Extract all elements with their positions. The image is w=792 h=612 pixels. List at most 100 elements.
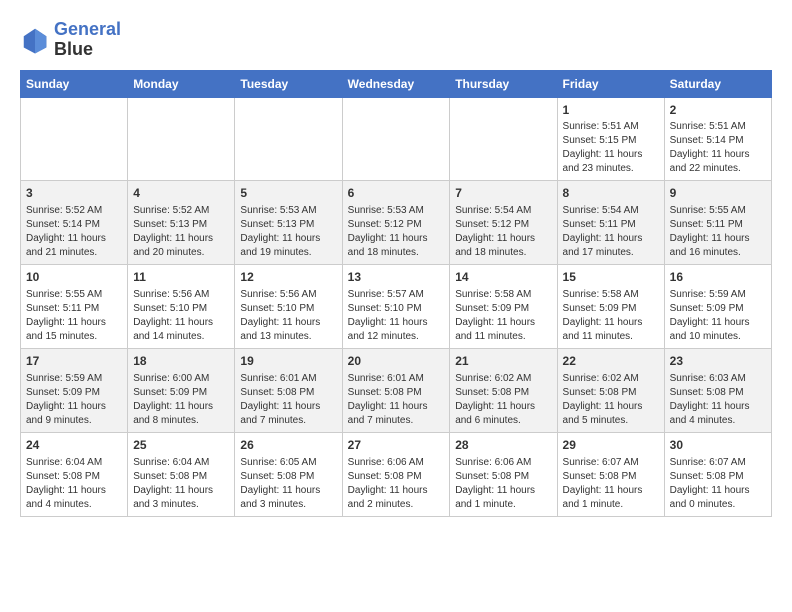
day-info: Sunrise: 6:02 AM Sunset: 5:08 PM Dayligh…: [455, 372, 551, 428]
calendar-cell: 12 Sunrise: 5:56 AM Sunset: 5:10 PM Dayli…: [235, 265, 342, 349]
day-number: 4: [133, 185, 229, 202]
day-number: 12: [240, 269, 336, 286]
calendar-cell: 3 Sunrise: 5:52 AM Sunset: 5:14 PM Daylig…: [21, 181, 128, 265]
day-info: Sunrise: 5:59 AM Sunset: 5:09 PM Dayligh…: [26, 372, 122, 428]
day-number: 27: [348, 437, 445, 454]
day-info: Sunrise: 5:55 AM Sunset: 5:11 PM Dayligh…: [26, 288, 122, 344]
calendar-cell: [128, 97, 235, 181]
day-info: Sunrise: 6:05 AM Sunset: 5:08 PM Dayligh…: [240, 456, 336, 512]
day-number: 13: [348, 269, 445, 286]
calendar-cell: 20 Sunrise: 6:01 AM Sunset: 5:08 PM Dayli…: [342, 348, 450, 432]
day-info: Sunrise: 5:51 AM Sunset: 5:15 PM Dayligh…: [563, 120, 659, 176]
day-number: 15: [563, 269, 659, 286]
week-row: 24 Sunrise: 6:04 AM Sunset: 5:08 PM Dayli…: [21, 432, 772, 516]
calendar-cell: 30 Sunrise: 6:07 AM Sunset: 5:08 PM Dayli…: [664, 432, 771, 516]
week-row: 3 Sunrise: 5:52 AM Sunset: 5:14 PM Daylig…: [21, 181, 772, 265]
day-info: Sunrise: 5:56 AM Sunset: 5:10 PM Dayligh…: [240, 288, 336, 344]
day-header-monday: Monday: [128, 70, 235, 97]
day-info: Sunrise: 6:04 AM Sunset: 5:08 PM Dayligh…: [133, 456, 229, 512]
day-info: Sunrise: 6:06 AM Sunset: 5:08 PM Dayligh…: [348, 456, 445, 512]
week-row: 17 Sunrise: 5:59 AM Sunset: 5:09 PM Dayli…: [21, 348, 772, 432]
calendar-cell: 21 Sunrise: 6:02 AM Sunset: 5:08 PM Dayli…: [450, 348, 557, 432]
calendar-cell: 16Sunrise: 5:59 AM Sunset: 5:09 PM Dayli…: [664, 265, 771, 349]
day-info: Sunrise: 6:00 AM Sunset: 5:09 PM Dayligh…: [133, 372, 229, 428]
day-info: Sunrise: 6:03 AM Sunset: 5:08 PM Dayligh…: [670, 372, 766, 428]
day-info: Sunrise: 5:53 AM Sunset: 5:13 PM Dayligh…: [240, 204, 336, 260]
day-header-friday: Friday: [557, 70, 664, 97]
day-header-tuesday: Tuesday: [235, 70, 342, 97]
day-number: 6: [348, 185, 445, 202]
calendar-cell: 6 Sunrise: 5:53 AM Sunset: 5:12 PM Daylig…: [342, 181, 450, 265]
calendar-cell: [342, 97, 450, 181]
day-header-thursday: Thursday: [450, 70, 557, 97]
week-row: 1Sunrise: 5:51 AM Sunset: 5:15 PM Daylig…: [21, 97, 772, 181]
calendar-cell: 11Sunrise: 5:56 AM Sunset: 5:10 PM Dayli…: [128, 265, 235, 349]
calendar-cell: 18Sunrise: 6:00 AM Sunset: 5:09 PM Dayli…: [128, 348, 235, 432]
day-number: 30: [670, 437, 766, 454]
calendar-cell: [235, 97, 342, 181]
day-number: 7: [455, 185, 551, 202]
calendar-cell: 10 Sunrise: 5:55 AM Sunset: 5:11 PM Dayli…: [21, 265, 128, 349]
calendar-cell: 15 Sunrise: 5:58 AM Sunset: 5:09 PM Dayli…: [557, 265, 664, 349]
day-number: 26: [240, 437, 336, 454]
page-header: General Blue: [20, 20, 772, 60]
day-number: 20: [348, 353, 445, 370]
day-number: 28: [455, 437, 551, 454]
day-info: Sunrise: 6:01 AM Sunset: 5:08 PM Dayligh…: [240, 372, 336, 428]
calendar-table: SundayMondayTuesdayWednesdayThursdayFrid…: [20, 70, 772, 517]
day-info: Sunrise: 5:53 AM Sunset: 5:12 PM Dayligh…: [348, 204, 445, 260]
day-number: 24: [26, 437, 122, 454]
day-number: 3: [26, 185, 122, 202]
day-info: Sunrise: 6:02 AM Sunset: 5:08 PM Dayligh…: [563, 372, 659, 428]
day-header-saturday: Saturday: [664, 70, 771, 97]
calendar-cell: 8 Sunrise: 5:54 AM Sunset: 5:11 PM Daylig…: [557, 181, 664, 265]
calendar-cell: 27 Sunrise: 6:06 AM Sunset: 5:08 PM Dayli…: [342, 432, 450, 516]
day-number: 5: [240, 185, 336, 202]
day-header-sunday: Sunday: [21, 70, 128, 97]
calendar-cell: 13 Sunrise: 5:57 AM Sunset: 5:10 PM Dayli…: [342, 265, 450, 349]
day-info: Sunrise: 6:07 AM Sunset: 5:08 PM Dayligh…: [670, 456, 766, 512]
day-info: Sunrise: 5:54 AM Sunset: 5:12 PM Dayligh…: [455, 204, 551, 260]
day-info: Sunrise: 5:58 AM Sunset: 5:09 PM Dayligh…: [455, 288, 551, 344]
day-number: 21: [455, 353, 551, 370]
calendar-cell: 29 Sunrise: 6:07 AM Sunset: 5:08 PM Dayli…: [557, 432, 664, 516]
day-info: Sunrise: 5:54 AM Sunset: 5:11 PM Dayligh…: [563, 204, 659, 260]
day-number: 29: [563, 437, 659, 454]
calendar-cell: [450, 97, 557, 181]
day-info: Sunrise: 6:04 AM Sunset: 5:08 PM Dayligh…: [26, 456, 122, 512]
calendar-cell: 1Sunrise: 5:51 AM Sunset: 5:15 PM Daylig…: [557, 97, 664, 181]
calendar-cell: 28 Sunrise: 6:06 AM Sunset: 5:08 PM Dayli…: [450, 432, 557, 516]
day-number: 10: [26, 269, 122, 286]
day-info: Sunrise: 6:01 AM Sunset: 5:08 PM Dayligh…: [348, 372, 445, 428]
calendar-cell: 23 Sunrise: 6:03 AM Sunset: 5:08 PM Dayli…: [664, 348, 771, 432]
day-number: 17: [26, 353, 122, 370]
calendar-cell: 7 Sunrise: 5:54 AM Sunset: 5:12 PM Daylig…: [450, 181, 557, 265]
day-number: 2: [670, 102, 766, 119]
calendar-cell: 17 Sunrise: 5:59 AM Sunset: 5:09 PM Dayli…: [21, 348, 128, 432]
day-info: Sunrise: 5:52 AM Sunset: 5:13 PM Dayligh…: [133, 204, 229, 260]
day-info: Sunrise: 6:06 AM Sunset: 5:08 PM Dayligh…: [455, 456, 551, 512]
day-number: 23: [670, 353, 766, 370]
day-info: Sunrise: 5:58 AM Sunset: 5:09 PM Dayligh…: [563, 288, 659, 344]
calendar-cell: 24 Sunrise: 6:04 AM Sunset: 5:08 PM Dayli…: [21, 432, 128, 516]
day-number: 22: [563, 353, 659, 370]
day-info: Sunrise: 5:57 AM Sunset: 5:10 PM Dayligh…: [348, 288, 445, 344]
calendar-cell: 19Sunrise: 6:01 AM Sunset: 5:08 PM Dayli…: [235, 348, 342, 432]
day-info: Sunrise: 5:56 AM Sunset: 5:10 PM Dayligh…: [133, 288, 229, 344]
day-number: 14: [455, 269, 551, 286]
logo-icon: [20, 25, 50, 55]
logo-text: General Blue: [54, 20, 121, 60]
calendar-header-row: SundayMondayTuesdayWednesdayThursdayFrid…: [21, 70, 772, 97]
day-number: 16: [670, 269, 766, 286]
calendar-cell: 22 Sunrise: 6:02 AM Sunset: 5:08 PM Dayli…: [557, 348, 664, 432]
day-info: Sunrise: 5:52 AM Sunset: 5:14 PM Dayligh…: [26, 204, 122, 260]
day-number: 9: [670, 185, 766, 202]
calendar-cell: 4 Sunrise: 5:52 AM Sunset: 5:13 PM Daylig…: [128, 181, 235, 265]
calendar-cell: 25Sunrise: 6:04 AM Sunset: 5:08 PM Dayli…: [128, 432, 235, 516]
day-info: Sunrise: 6:07 AM Sunset: 5:08 PM Dayligh…: [563, 456, 659, 512]
calendar-cell: 14 Sunrise: 5:58 AM Sunset: 5:09 PM Dayli…: [450, 265, 557, 349]
day-number: 8: [563, 185, 659, 202]
day-info: Sunrise: 5:55 AM Sunset: 5:11 PM Dayligh…: [670, 204, 766, 260]
calendar-cell: 2Sunrise: 5:51 AM Sunset: 5:14 PM Daylig…: [664, 97, 771, 181]
calendar-cell: 9 Sunrise: 5:55 AM Sunset: 5:11 PM Daylig…: [664, 181, 771, 265]
